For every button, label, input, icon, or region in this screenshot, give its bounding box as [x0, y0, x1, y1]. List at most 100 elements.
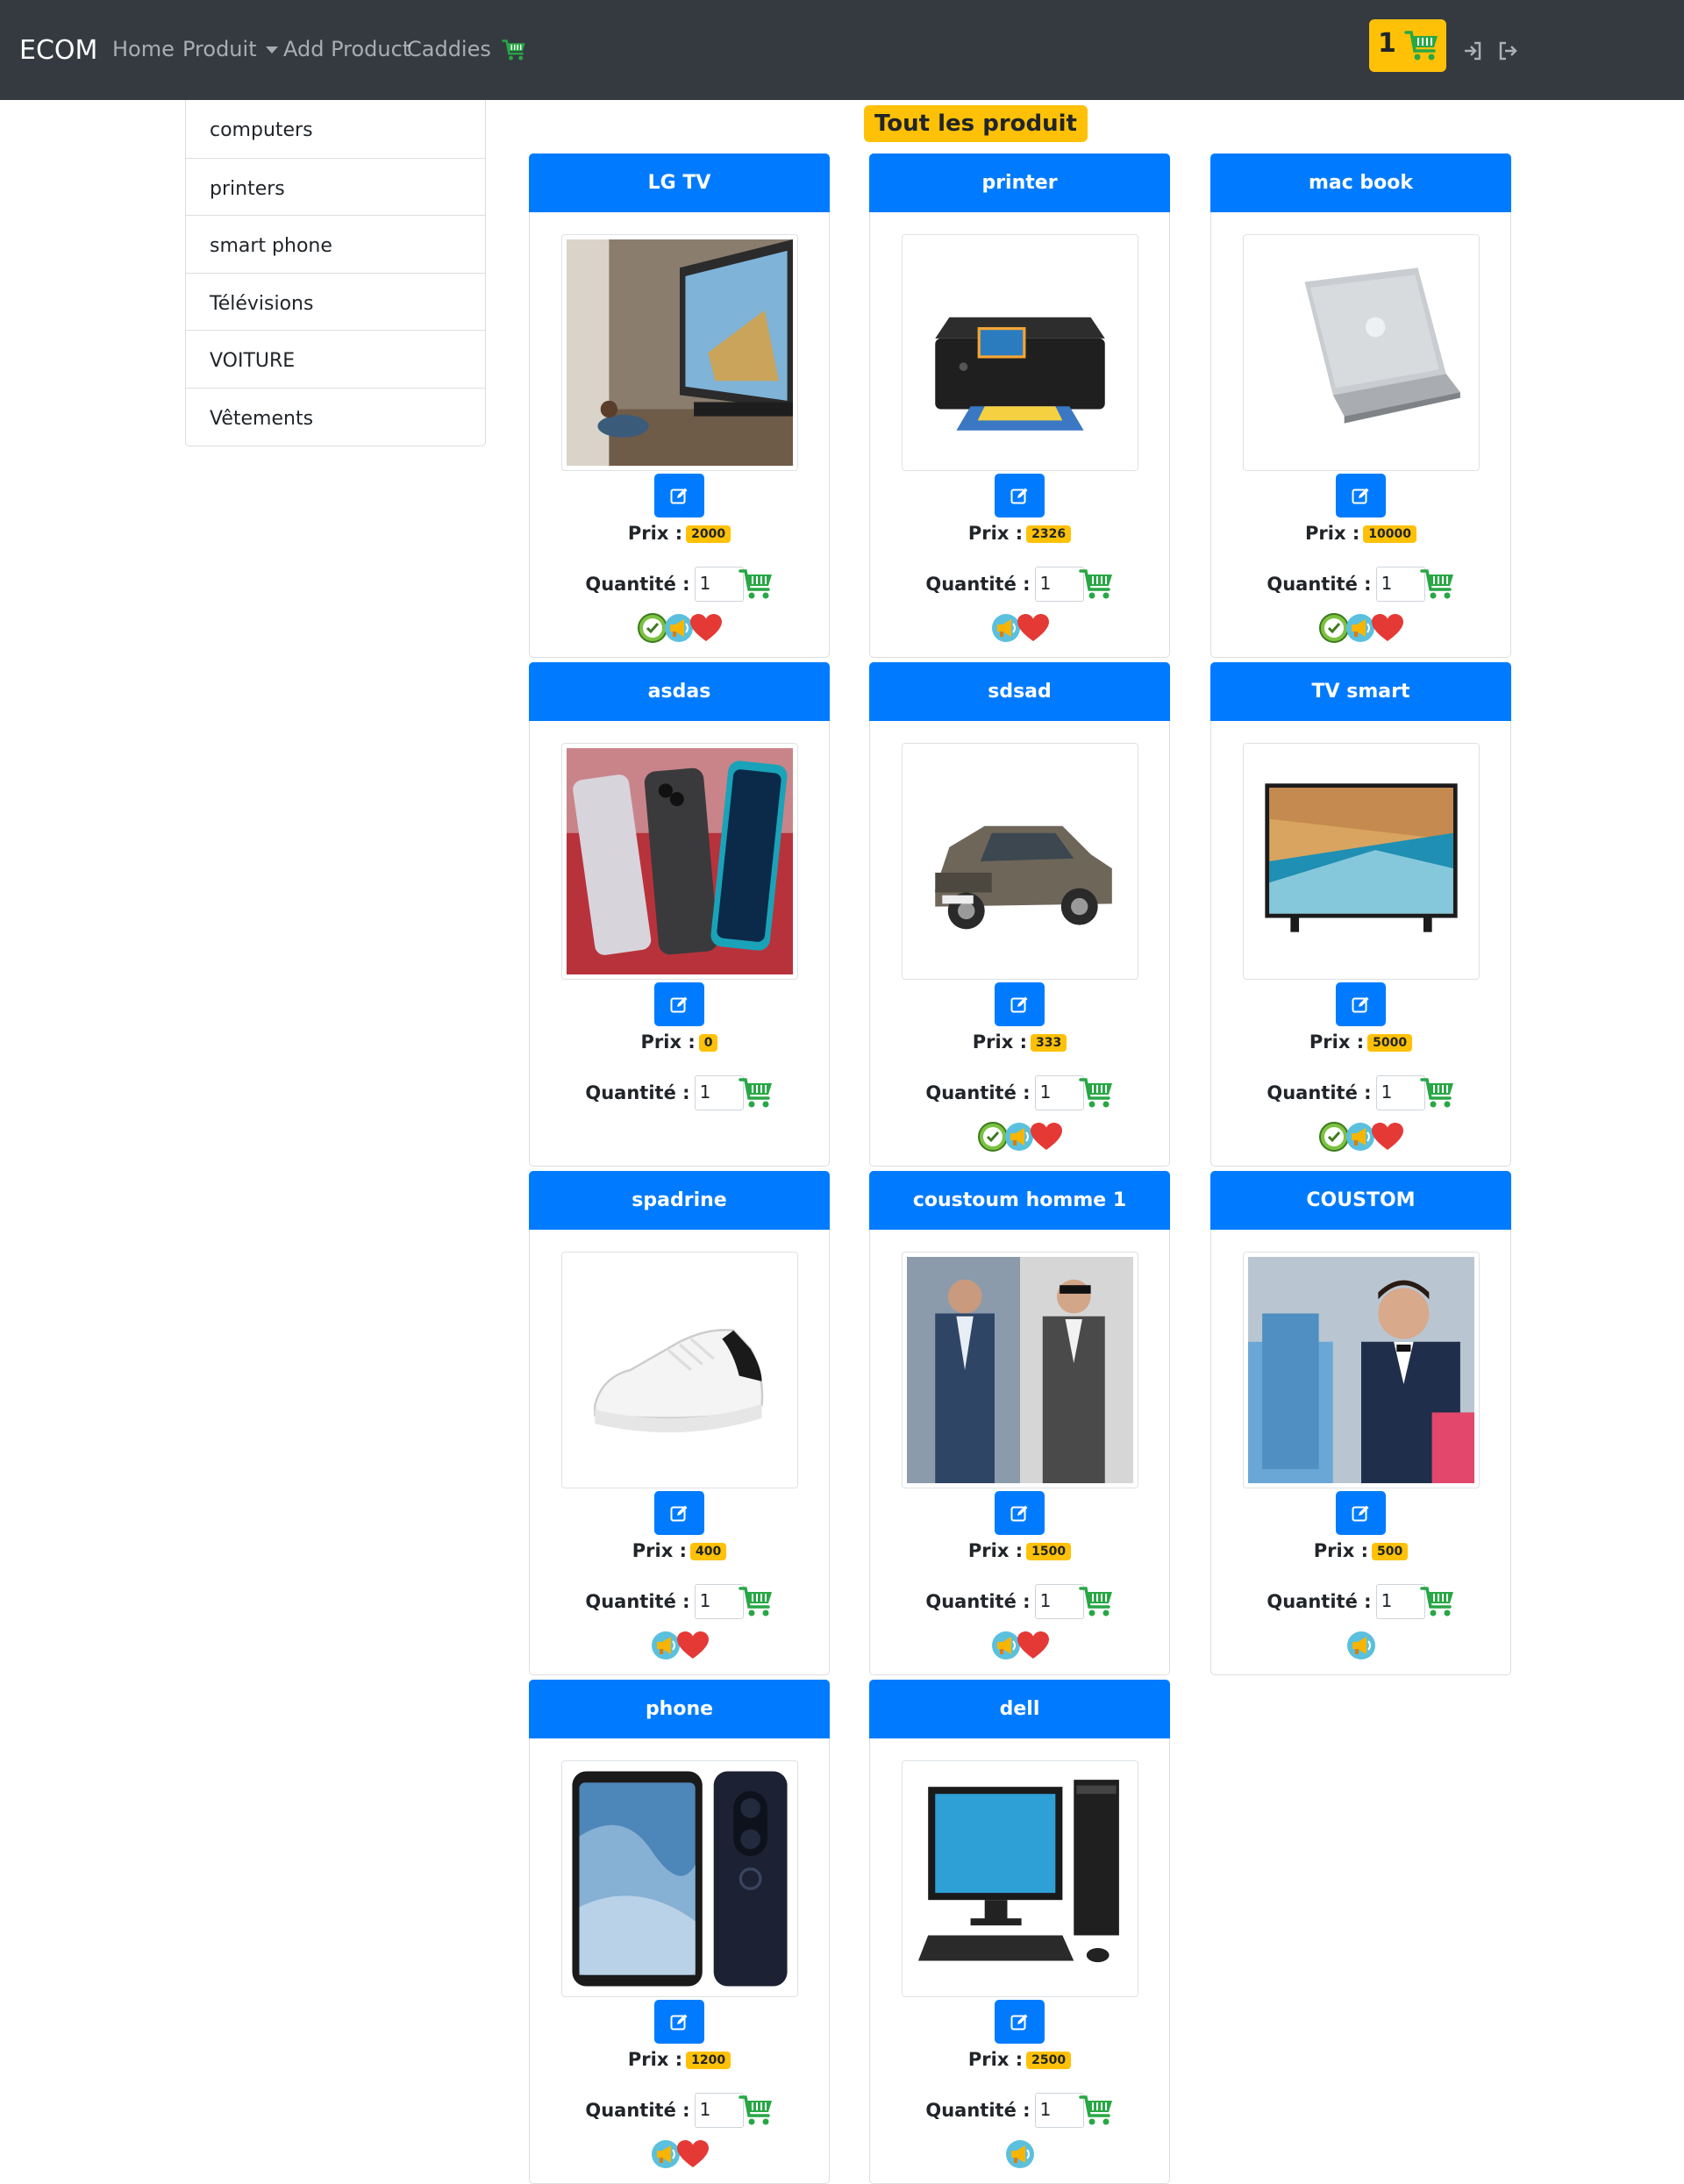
sign-out-icon[interactable] [1498, 41, 1517, 61]
quantity-input[interactable]: 1 [1034, 2093, 1084, 2128]
category-item-televisions[interactable]: Télévisions [186, 272, 485, 331]
product-image[interactable] [902, 234, 1138, 471]
price-row: Prix :10000 [1211, 523, 1510, 544]
product-card: spadrine Prix :400 Quantité : 1 [529, 1171, 830, 1675]
product-image[interactable] [1243, 1252, 1480, 1488]
nav-home-link[interactable]: Home [112, 37, 175, 61]
edit-product-button[interactable] [1336, 982, 1386, 1026]
nav-caddies-link[interactable]: Caddies [407, 37, 526, 61]
price-label: Prix : [967, 2049, 1024, 2070]
product-badges [870, 1121, 1169, 1156]
product-image[interactable] [561, 1760, 798, 1997]
edit-icon [670, 2014, 688, 2031]
top-navbar: ECOM Home Produit Add Product Caddies 1 [0, 0, 1684, 100]
add-to-cart-icon[interactable] [1078, 568, 1114, 600]
add-to-cart-icon[interactable] [738, 2095, 774, 2126]
edit-product-button[interactable] [995, 1491, 1045, 1535]
product-name: coustoum homme 1 [869, 1171, 1170, 1230]
edit-product-button[interactable] [995, 2000, 1045, 2044]
product-name: sdsad [869, 662, 1170, 721]
add-to-cart-icon[interactable] [1078, 1077, 1114, 1109]
product-image[interactable] [1243, 234, 1480, 471]
sign-in-icon[interactable] [1463, 41, 1482, 61]
edit-icon [670, 1505, 688, 1522]
category-item-computers[interactable]: computers [186, 100, 485, 158]
product-card: coustoum homme 1 Prix :1500 Quantité : 1 [869, 1171, 1170, 1675]
edit-product-button[interactable] [654, 474, 704, 517]
quantity-input[interactable]: 1 [1034, 1075, 1084, 1110]
quantity-input[interactable]: 1 [694, 1075, 744, 1110]
add-to-cart-icon[interactable] [738, 568, 774, 600]
add-to-cart-icon[interactable] [1078, 2095, 1114, 2126]
price-badge: 2500 [1026, 2052, 1072, 2069]
product-badges [1211, 1121, 1510, 1156]
quantity-label: Quantité : [585, 1082, 690, 1103]
quantity-input[interactable]: 1 [694, 1584, 744, 1619]
add-to-cart-icon[interactable] [1078, 1586, 1114, 1617]
edit-product-button[interactable] [654, 1491, 704, 1535]
product-image[interactable] [561, 1252, 798, 1488]
product-name: COUSTOM [1210, 1171, 1511, 1230]
edit-icon [1010, 996, 1028, 1013]
shopping-cart-icon [501, 39, 525, 61]
category-item-smart-phone[interactable]: smart phone [186, 215, 485, 273]
edit-product-button[interactable] [1336, 1491, 1386, 1535]
product-image[interactable] [1243, 743, 1480, 980]
price-row: Prix :500 [1211, 1540, 1510, 1561]
heart-icon [1371, 613, 1404, 646]
price-badge: 5000 [1367, 1034, 1413, 1052]
add-to-cart-icon[interactable] [738, 1586, 774, 1617]
quantity-input[interactable]: 1 [1375, 1584, 1425, 1619]
category-item-vetements[interactable]: Vêtements [186, 387, 485, 446]
quantity-input[interactable]: 1 [1375, 1075, 1425, 1110]
price-row: Prix :2000 [530, 523, 829, 544]
price-label: Prix : [967, 1540, 1024, 1561]
add-to-cart-icon[interactable] [1419, 1586, 1455, 1617]
edit-icon [670, 996, 688, 1013]
product-badges [530, 1630, 829, 1665]
quantity-input[interactable]: 1 [694, 2093, 744, 2128]
quantity-input[interactable]: 1 [1034, 1584, 1084, 1619]
product-image[interactable] [561, 743, 798, 980]
quantity-input[interactable]: 1 [1375, 567, 1425, 602]
shopping-cart-icon [1404, 31, 1438, 61]
price-row: Prix :5000 [1211, 1031, 1510, 1053]
price-label: Prix : [627, 2049, 683, 2070]
category-item-printers[interactable]: printers [186, 157, 485, 216]
add-to-cart-icon[interactable] [738, 1077, 774, 1109]
quantity-row: Quantité : 1 [530, 2093, 829, 2128]
quantity-label: Quantité : [585, 574, 690, 595]
product-name: mac book [1210, 153, 1511, 212]
page-title: Tout les produit [864, 105, 1088, 142]
nav-add-product-link[interactable]: Add Product [283, 37, 410, 61]
brand-logo[interactable]: ECOM [19, 35, 97, 66]
edit-icon [1352, 488, 1369, 504]
edit-product-button[interactable] [1336, 474, 1386, 517]
edit-icon [670, 488, 688, 504]
price-label: Prix : [1313, 1540, 1368, 1561]
product-image[interactable] [902, 1252, 1138, 1488]
product-image[interactable] [561, 234, 798, 471]
product-card: sdsad Prix :333 Quantité : 1 [869, 662, 1170, 1167]
product-image[interactable] [902, 743, 1138, 980]
chevron-down-icon [265, 46, 278, 54]
edit-product-button[interactable] [995, 982, 1045, 1026]
quantity-input[interactable]: 1 [1034, 567, 1084, 602]
add-to-cart-icon[interactable] [1419, 1077, 1455, 1109]
nav-caddies-label: Caddies [407, 37, 491, 61]
product-name: dell [869, 1680, 1170, 1738]
edit-icon [1352, 996, 1369, 1013]
cart-count-button[interactable]: 1 [1369, 19, 1446, 72]
nav-produit-dropdown[interactable]: Produit [182, 37, 278, 61]
price-badge: 2326 [1026, 525, 1072, 543]
quantity-row: Quantité : 1 [1211, 567, 1510, 602]
edit-product-button[interactable] [995, 474, 1045, 517]
price-badge: 0 [698, 1034, 718, 1052]
category-item-voiture[interactable]: VOITURE [186, 330, 485, 388]
add-to-cart-icon[interactable] [1419, 568, 1455, 600]
product-image[interactable] [902, 1760, 1138, 1997]
edit-product-button[interactable] [654, 2000, 704, 2044]
edit-product-button[interactable] [654, 982, 704, 1026]
quantity-label: Quantité : [925, 1082, 1031, 1103]
quantity-input[interactable]: 1 [694, 567, 744, 602]
